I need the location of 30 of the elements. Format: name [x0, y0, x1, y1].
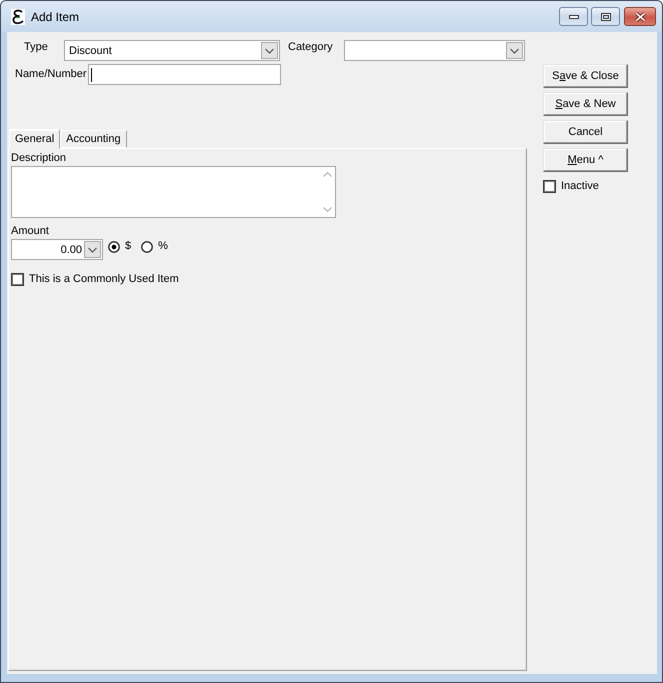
close-icon — [634, 12, 646, 22]
menu-button[interactable]: Menu ^ — [543, 148, 628, 172]
radio-label: % — [158, 240, 168, 253]
save-new-button[interactable]: Save & New — [543, 92, 628, 116]
app-logo-icon — [11, 8, 25, 24]
minimize-button[interactable] — [559, 7, 588, 26]
checkbox-label: Inactive — [561, 180, 599, 193]
amount-field[interactable]: 0.00 — [11, 239, 103, 260]
name-number-field[interactable] — [88, 64, 281, 85]
radio-button[interactable] — [108, 240, 120, 252]
radio-label: $ — [125, 240, 132, 253]
window-title: Add Item — [31, 10, 80, 24]
minimize-icon — [568, 14, 578, 18]
category-label: Category — [288, 40, 334, 54]
name-number-label: Name/Number — [15, 67, 88, 81]
radio-button[interactable] — [141, 240, 154, 252]
tab[interactable]: Accounting — [60, 130, 127, 148]
maximize-button[interactable] — [591, 7, 620, 26]
amount-label: Amount — [11, 225, 49, 238]
checkbox-label: This is a Commonly Used Item — [29, 273, 179, 286]
cancel-button[interactable]: Cancel — [543, 120, 628, 144]
description-label: Description — [11, 152, 66, 165]
type-dropdown[interactable]: Discount — [64, 40, 280, 61]
maximize-icon — [600, 12, 610, 20]
tab[interactable]: General — [9, 129, 60, 149]
close-button[interactable] — [624, 7, 656, 26]
type-label: Type — [24, 40, 49, 54]
checkbox[interactable] — [11, 273, 24, 286]
save-close-button[interactable]: Save & Close — [543, 64, 628, 88]
checkbox[interactable] — [543, 180, 556, 193]
